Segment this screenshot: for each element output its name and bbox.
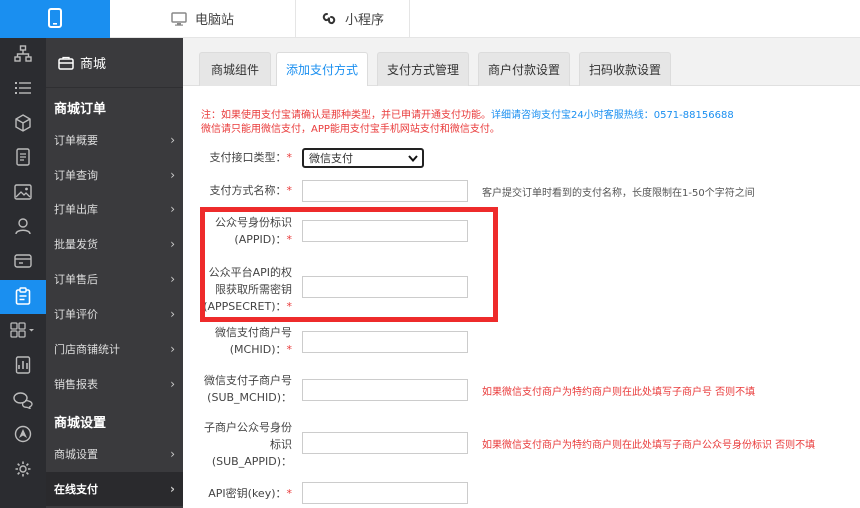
mobile-home-button[interactable] bbox=[0, 0, 110, 38]
payment-name-hint: 客户提交订单时看到的支付名称，长度限制在1-50个字符之间 bbox=[482, 188, 755, 199]
menu-item-order-review[interactable]: 订单评价 › bbox=[46, 297, 183, 331]
menu-item-print-ship[interactable]: 打单出库 › bbox=[46, 192, 183, 226]
chevron-right-icon: › bbox=[170, 447, 175, 461]
tab-pc-site[interactable]: 电脑站 bbox=[110, 0, 296, 37]
api-key-input[interactable] bbox=[302, 482, 468, 504]
highlight-box bbox=[200, 207, 498, 322]
tab-qr-collection[interactable]: 扫码收款设置 bbox=[579, 52, 671, 86]
chevron-right-icon: › bbox=[170, 377, 175, 391]
menu-header-title: 商城 bbox=[80, 57, 107, 72]
grid-apps-icon bbox=[10, 321, 36, 341]
sub-appid-hint: 如果微信支付商户为特约商户则在此处填写子商户公众号身份标识 否则不填 bbox=[482, 440, 816, 451]
menu-item-sales-report[interactable]: 销售报表 › bbox=[46, 367, 183, 401]
card-icon bbox=[14, 253, 32, 272]
user-icon bbox=[14, 217, 32, 238]
chevron-right-icon: › bbox=[170, 272, 175, 286]
rail-item-tree[interactable] bbox=[0, 38, 46, 72]
rail-item-card[interactable] bbox=[0, 245, 46, 279]
sub-mchid-hint: 如果微信支付商户为特约商户则在此处填写子商户号 否则不填 bbox=[482, 387, 756, 398]
clipboard-icon bbox=[15, 286, 31, 308]
notice-hotline: 详细请咨询支付宝24小时客服热线：0571-88156688 bbox=[491, 110, 734, 121]
payment-name-label: 支付方式名称：* bbox=[209, 184, 293, 197]
menu-item-online-payment[interactable]: 在线支付 › bbox=[46, 472, 183, 506]
chevron-right-icon: › bbox=[170, 202, 175, 216]
payment-type-value: 微信支付 bbox=[309, 152, 353, 165]
monitor-icon bbox=[171, 11, 187, 26]
menu-section-settings: 商城设置 bbox=[54, 416, 107, 431]
mini-program-icon bbox=[321, 11, 337, 27]
sub-mchid-label: 微信支付子商户号 (SUB_MCHID)： bbox=[204, 374, 292, 404]
list-icon bbox=[14, 80, 32, 99]
chat-bubbles-icon bbox=[13, 391, 33, 412]
sub-mchid-input[interactable] bbox=[302, 379, 468, 401]
rail-item-user[interactable] bbox=[0, 210, 46, 244]
compass-icon bbox=[14, 425, 32, 446]
tab-add-payment[interactable]: 添加支付方式 bbox=[276, 52, 368, 86]
tab-payment-management[interactable]: 支付方式管理 bbox=[377, 52, 469, 86]
report-icon bbox=[15, 355, 31, 377]
chevron-right-icon: › bbox=[170, 133, 175, 147]
rail-item-report[interactable] bbox=[0, 349, 46, 383]
tab-merchant-payment[interactable]: 商户付款设置 bbox=[478, 52, 570, 86]
rail-item-orders[interactable] bbox=[0, 280, 46, 314]
rail-item-image[interactable] bbox=[0, 176, 46, 210]
document-icon bbox=[15, 147, 31, 169]
sub-appid-label: 子商户公众号身份 标识 (SUB_APPID)： bbox=[204, 421, 292, 468]
menu-item-after-sales[interactable]: 订单售后 › bbox=[46, 262, 183, 296]
payment-name-input[interactable] bbox=[302, 180, 468, 202]
tab-mini-program[interactable]: 小程序 bbox=[296, 0, 410, 37]
menu-header: 商城 bbox=[46, 38, 183, 88]
menu-item-order-query[interactable]: 订单查询 › bbox=[46, 158, 183, 192]
icon-rail bbox=[0, 38, 46, 508]
mchid-input[interactable] bbox=[302, 331, 468, 353]
chevron-right-icon: › bbox=[170, 342, 175, 356]
chevron-right-icon: › bbox=[170, 307, 175, 321]
side-menu: 商城 商城订单 订单概要 › 订单查询 › 打单出库 › 批量发货 › 订单售后 › 订单… bbox=[46, 38, 183, 508]
mchid-label: 微信支付商户号 (MCHID)：* bbox=[215, 326, 292, 356]
api-key-label: API密钥(key)：* bbox=[208, 487, 292, 500]
rail-item-package[interactable] bbox=[0, 107, 46, 141]
payment-type-select[interactable]: 微信支付 bbox=[302, 148, 424, 168]
top-bar: 电脑站 小程序 bbox=[0, 0, 860, 38]
chevron-down-icon bbox=[408, 152, 418, 165]
mobile-phone-icon bbox=[48, 7, 62, 31]
payment-type-label: 支付接口类型：* bbox=[209, 151, 293, 164]
tab-mall-components[interactable]: 商城组件 bbox=[199, 52, 271, 86]
sub-appid-input[interactable] bbox=[302, 432, 468, 454]
menu-item-order-overview[interactable]: 订单概要 › bbox=[46, 123, 183, 157]
tab-mini-program-label: 小程序 bbox=[344, 13, 384, 28]
rail-item-document[interactable] bbox=[0, 141, 46, 175]
payment-notice: 注：如果使用支付宝请确认是那种类型，并已申请开通支付功能。详细请咨询支付宝24小… bbox=[201, 109, 734, 137]
gear-icon bbox=[14, 460, 32, 481]
rail-item-list[interactable] bbox=[0, 72, 46, 106]
cube-icon bbox=[14, 113, 32, 135]
chevron-right-icon: › bbox=[170, 168, 175, 182]
store-icon bbox=[58, 56, 74, 70]
image-icon bbox=[14, 183, 32, 203]
menu-item-batch-ship[interactable]: 批量发货 › bbox=[46, 227, 183, 261]
chevron-right-icon: › bbox=[170, 237, 175, 251]
tree-structure-icon bbox=[14, 44, 32, 66]
tab-pc-site-label: 电脑站 bbox=[194, 13, 234, 28]
content-tabs: 商城组件 添加支付方式 支付方式管理 商户付款设置 扫码收款设置 bbox=[183, 38, 860, 86]
menu-section-orders: 商城订单 bbox=[54, 102, 107, 117]
menu-item-store-stats[interactable]: 门店商铺统计 › bbox=[46, 332, 183, 366]
chevron-right-icon: › bbox=[170, 482, 175, 496]
rail-item-navigate[interactable] bbox=[0, 418, 46, 452]
rail-item-chat[interactable] bbox=[0, 384, 46, 418]
rail-item-apps[interactable] bbox=[0, 314, 46, 348]
notice-wechat-text: 微信请只能用微信支付，APP能用支付宝手机网站支付和微信支付。 bbox=[201, 124, 500, 135]
menu-item-mall-settings[interactable]: 商城设置 › bbox=[46, 437, 183, 471]
rail-item-settings[interactable] bbox=[0, 453, 46, 487]
notice-text: 注：如果使用支付宝请确认是那种类型，并已申请开通支付功能。 bbox=[201, 110, 491, 121]
